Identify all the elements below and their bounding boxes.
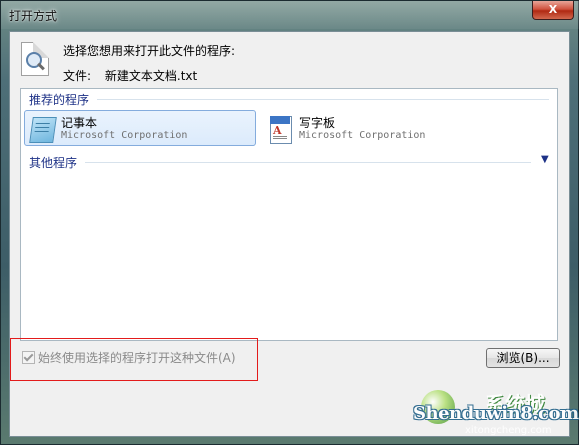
watermark-sub: xitongcheng.com [465, 425, 552, 436]
file-info: 文件: 新建文本文档.txt [63, 67, 197, 84]
watermark-main: Shenduwin8.com [413, 403, 579, 424]
dialog-window: 打开方式 X 选择您想用来打开此文件的程序: 文件: 新建文本文档.txt 推荐… [0, 0, 579, 445]
always-use-label: 始终使用选择的程序打开这种文件(A) [38, 351, 236, 365]
other-programs-header[interactable]: 其他程序 [29, 154, 77, 171]
recommended-group-header: 推荐的程序 [29, 93, 90, 107]
always-use-option: 始终使用选择的程序打开这种文件(A) [22, 349, 236, 366]
browse-button[interactable]: 浏览(B)... [486, 348, 560, 368]
program-item-notepad[interactable]: 记事本 Microsoft Corporation [24, 110, 256, 146]
instruction-text: 选择您想用来打开此文件的程序: [63, 44, 236, 58]
notepad-icon [29, 115, 57, 143]
program-item-wordpad[interactable]: A 写字板 Microsoft Corporation [262, 110, 494, 146]
file-label: 文件: [63, 69, 92, 83]
wordpad-icon: A [267, 115, 293, 144]
site-watermark: 系统城 Shenduwin8.com xitongcheng.com [411, 386, 579, 442]
group-divider [97, 99, 549, 100]
title-bar[interactable]: 打开方式 X [1, 1, 579, 29]
dialog-body: 选择您想用来打开此文件的程序: 文件: 新建文本文档.txt 推荐的程序 记事本… [9, 31, 570, 437]
always-use-checkbox [22, 351, 35, 364]
file-name: 新建文本文档.txt [104, 69, 198, 83]
group-divider [85, 162, 531, 163]
chevron-down-icon[interactable]: ▼ [541, 155, 551, 165]
document-search-icon [21, 42, 49, 76]
program-list[interactable]: 推荐的程序 记事本 Microsoft Corporation A 写字板 Mi… [20, 88, 558, 341]
program-publisher: Microsoft Corporation [299, 130, 426, 141]
program-name: 记事本 [61, 116, 98, 130]
close-button[interactable]: X [532, 1, 574, 20]
program-name: 写字板 [299, 116, 336, 130]
window-title: 打开方式 [9, 9, 58, 23]
program-publisher: Microsoft Corporation [61, 130, 188, 141]
